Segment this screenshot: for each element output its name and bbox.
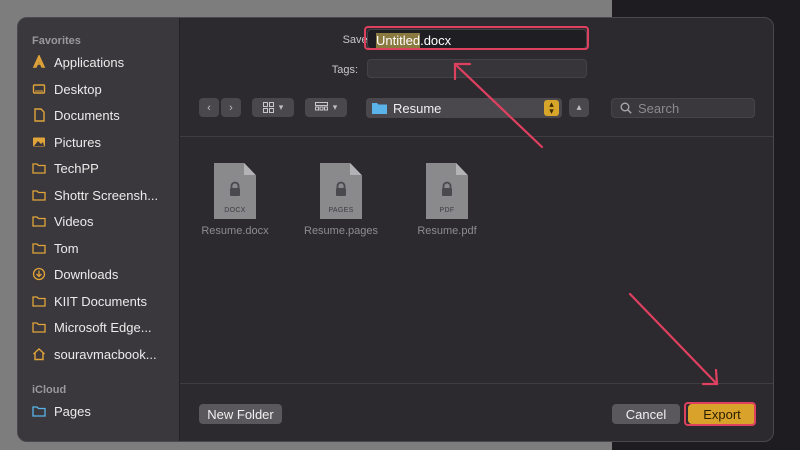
up-down-stepper-icon: ▴ ▾ [544, 100, 559, 116]
file-item-pdf[interactable]: PDF Resume.pdf [402, 163, 492, 237]
sidebar-item-kiit-documents[interactable]: KIIT Documents [32, 290, 178, 312]
sidebar-item-home[interactable]: souravmacbook... [32, 343, 178, 365]
chevron-down-icon: ▾ [278, 102, 284, 112]
folder-icon [32, 404, 46, 418]
chevron-up-icon: ▴ [576, 102, 582, 113]
tags-label: Tags: [331, 64, 358, 76]
chevron-down-icon: ▾ [332, 102, 338, 112]
sidebar-item-shottr[interactable]: Shottr Screensh... [32, 184, 178, 206]
icloud-heading: iCloud [32, 384, 67, 396]
search-field[interactable]: Search [611, 98, 755, 118]
sidebar-item-pictures[interactable]: Pictures [32, 131, 178, 153]
desktop-icon [32, 82, 46, 96]
file-type-label: DOCX [224, 207, 246, 214]
location-label: Resume [393, 100, 442, 116]
file-name: Resume.pdf [417, 225, 477, 237]
toolbar-divider [180, 136, 773, 137]
file-name: Resume.pages [304, 225, 378, 237]
sidebar-item-label: Videos [54, 213, 94, 229]
folder-icon [372, 103, 387, 114]
sidebar-item-label: Pages [54, 403, 91, 419]
view-mode-button[interactable]: ▾ [252, 98, 294, 117]
chevron-right-icon: › [229, 101, 233, 114]
sidebar-item-desktop[interactable]: Desktop [32, 78, 178, 100]
file-type-label: PDF [439, 207, 455, 214]
home-icon [32, 347, 46, 361]
tags-field[interactable] [367, 59, 587, 78]
sidebar-item-label: souravmacbook... [54, 346, 157, 362]
downloads-icon [32, 267, 46, 281]
folder-icon [32, 188, 46, 202]
sidebar-item-techpp[interactable]: TechPP [32, 157, 178, 179]
file-item-pages[interactable]: PAGES Resume.pages [296, 163, 386, 237]
new-folder-button[interactable]: New Folder [199, 404, 282, 424]
save-dialog: Favorites Applications Desktop Documents… [17, 17, 774, 442]
location-popup[interactable]: Resume ▴ ▾ [366, 98, 562, 118]
footer-divider [180, 383, 773, 384]
sidebar-item-label: KIIT Documents [54, 293, 147, 309]
document-icon: PDF [426, 163, 468, 219]
sidebar-item-downloads[interactable]: Downloads [32, 263, 178, 285]
sidebar-item-label: Desktop [54, 81, 102, 97]
group-icon [314, 102, 328, 111]
sidebar-item-pages[interactable]: Pages [32, 400, 178, 422]
folder-icon [32, 320, 46, 334]
forward-button[interactable]: › [221, 98, 241, 117]
file-item-docx[interactable]: DOCX Resume.docx [190, 163, 280, 237]
documents-icon [32, 108, 46, 122]
folder-icon [32, 294, 46, 308]
back-button[interactable]: ‹ [199, 98, 219, 117]
chevron-left-icon: ‹ [207, 101, 211, 114]
applications-icon [32, 55, 46, 69]
sidebar-item-label: Tom [54, 240, 79, 256]
sidebar-item-label: Pictures [54, 134, 101, 150]
lock-icon [442, 181, 452, 196]
file-type-label: PAGES [328, 207, 354, 214]
favorites-heading: Favorites [32, 35, 81, 47]
sidebar: Favorites Applications Desktop Documents… [18, 18, 180, 441]
file-name: Resume.docx [201, 225, 269, 237]
cancel-button[interactable]: Cancel [612, 404, 680, 424]
folder-icon [32, 241, 46, 255]
lock-icon [336, 181, 346, 196]
pictures-icon [32, 135, 46, 149]
expand-button[interactable]: ▴ [569, 98, 589, 117]
sidebar-item-label: Downloads [54, 266, 119, 282]
group-button[interactable]: ▾ [305, 98, 347, 117]
sidebar-item-label: Documents [54, 107, 120, 123]
sidebar-item-tom[interactable]: Tom [32, 237, 178, 259]
sidebar-item-documents[interactable]: Documents [32, 104, 178, 126]
sidebar-item-label: TechPP [54, 160, 99, 176]
folder-icon [32, 161, 46, 175]
sidebar-item-label: Microsoft Edge... [54, 319, 152, 335]
save-as-callout-box [364, 26, 589, 50]
sidebar-item-videos[interactable]: Videos [32, 210, 178, 232]
folder-icon [32, 214, 46, 228]
document-icon: PAGES [320, 163, 362, 219]
sidebar-item-microsoft-edge[interactable]: Microsoft Edge... [32, 316, 178, 338]
export-callout-box [684, 402, 756, 426]
grid-view-icon [262, 102, 274, 113]
sidebar-item-applications[interactable]: Applications [32, 51, 178, 73]
lock-icon [230, 181, 240, 196]
sidebar-item-label: Shottr Screensh... [54, 187, 159, 203]
search-placeholder: Search [638, 100, 680, 116]
document-icon: DOCX [214, 163, 256, 219]
sidebar-item-label: Applications [54, 54, 125, 70]
search-icon [620, 102, 632, 114]
